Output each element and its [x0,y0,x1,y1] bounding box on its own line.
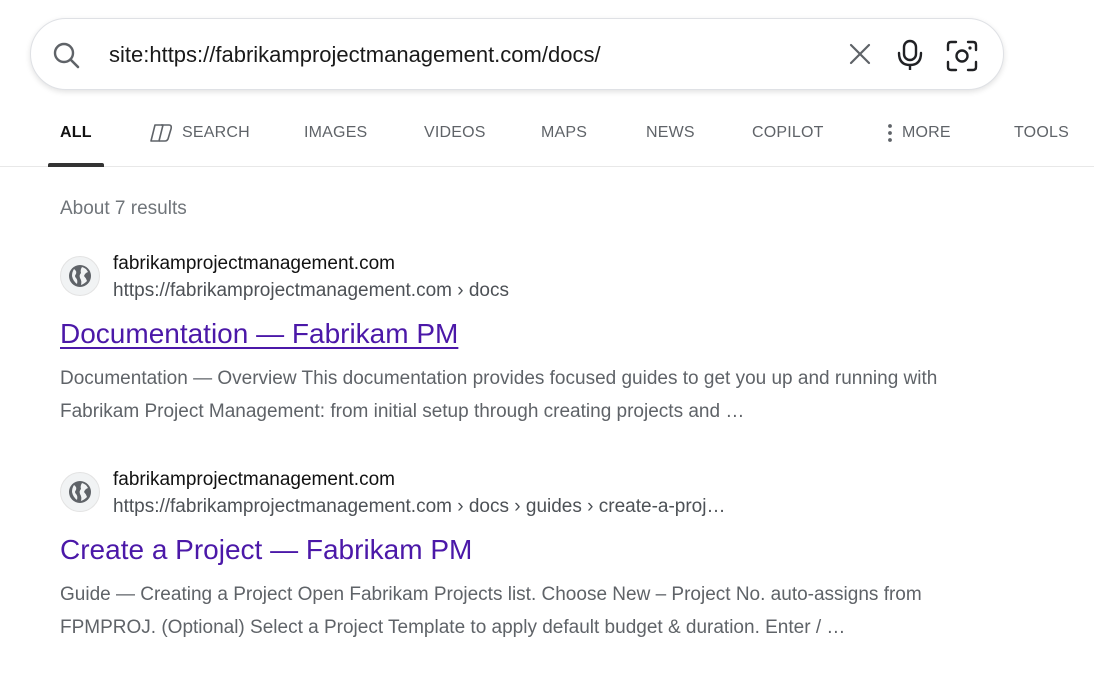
search-box [30,18,1004,90]
active-tab-indicator [48,163,104,167]
tab-search[interactable]: SEARCH [148,100,250,166]
microphone-icon[interactable] [895,38,925,72]
tab-label: IMAGES [304,124,368,141]
tab-tools[interactable]: TOOLS [1014,100,1069,166]
tab-label: MORE [902,124,951,141]
copilot-search-icon [150,124,173,142]
search-nav: ALL SEARCH IMAGES VIDEOS MAPS NEWS COPIL… [0,100,1094,167]
result-title-link[interactable]: Documentation — Fabrikam PM [60,318,458,350]
site-url[interactable]: https://fabrikamprojectmanagement.com › … [113,280,509,302]
site-favicon[interactable] [60,472,100,512]
tab-images[interactable]: IMAGES [304,100,367,166]
globe-icon [69,265,91,287]
search-icon[interactable] [51,40,81,70]
tab-news[interactable]: NEWS [646,100,695,166]
close-icon[interactable] [845,39,875,69]
tab-label: VIDEOS [424,124,486,141]
tab-copilot[interactable]: COPILOT [752,100,824,166]
results-count: About 7 results [60,198,187,219]
tab-label: NEWS [646,124,695,141]
site-favicon[interactable] [60,256,100,296]
site-name: fabrikamprojectmanagement.com [113,253,395,274]
tab-label: COPILOT [752,124,824,141]
tab-maps[interactable]: MAPS [541,100,587,166]
tab-videos[interactable]: VIDEOS [424,100,486,166]
result-title-link[interactable]: Create a Project — Fabrikam PM [60,534,472,566]
site-name: fabrikamprojectmanagement.com [113,469,395,490]
globe-icon [69,481,91,503]
vertical-dots-icon [888,124,892,142]
tab-label: TOOLS [1014,124,1069,141]
tab-label: ALL [60,124,92,141]
tab-label: SEARCH [182,124,250,141]
result-snippet: Guide — Creating a Project Open Fabrikam… [60,584,922,638]
tab-all[interactable]: ALL [48,100,104,167]
search-input[interactable] [109,39,829,71]
visual-search-icon[interactable] [945,39,979,73]
result-snippet: Documentation — Overview This documentat… [60,368,938,422]
tab-more[interactable]: MORE [884,100,951,166]
site-url[interactable]: https://fabrikamprojectmanagement.com › … [113,496,725,518]
search-results-page: ALL SEARCH IMAGES VIDEOS MAPS NEWS COPIL… [0,0,1094,673]
tab-label: MAPS [541,124,588,141]
